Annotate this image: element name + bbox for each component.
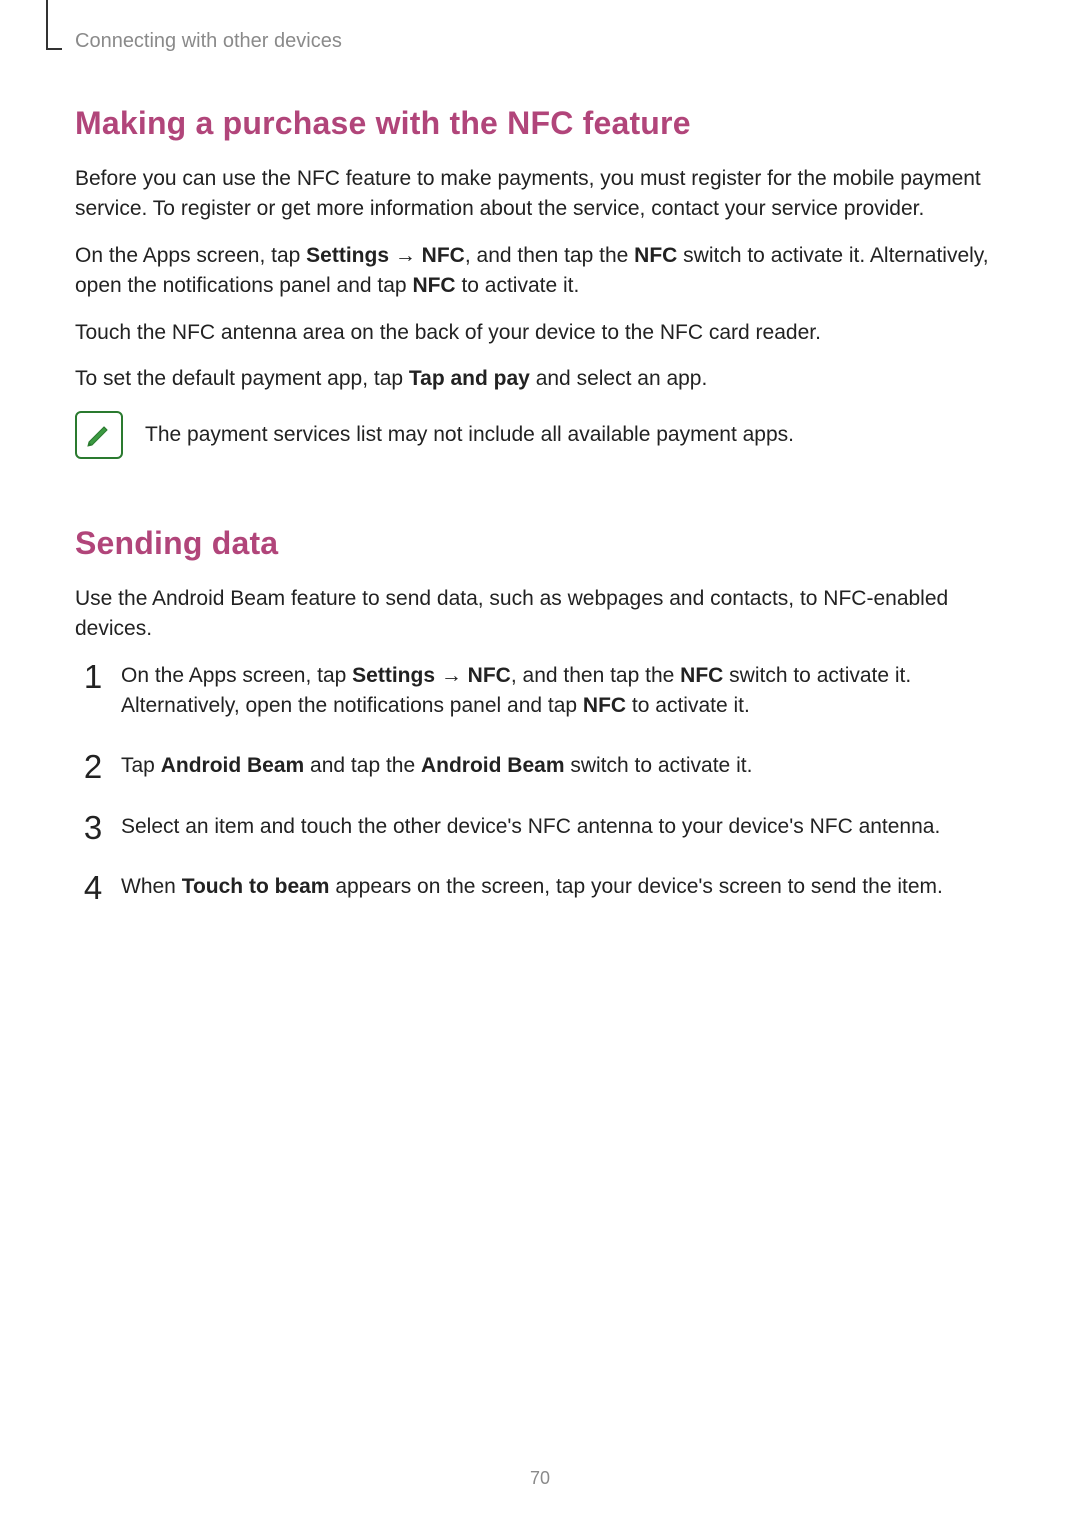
label-settings: Settings: [306, 244, 389, 267]
text: Select an item and touch the other devic…: [121, 815, 940, 838]
label-settings: Settings: [352, 664, 435, 687]
paragraph-intro: Before you can use the NFC feature to ma…: [75, 164, 1005, 225]
step-1: On the Apps screen, tap Settings → NFC, …: [75, 661, 1005, 722]
text: , and then tap the: [465, 244, 634, 267]
step-4: When Touch to beam appears on the screen…: [75, 872, 1005, 902]
text: On the Apps screen, tap: [75, 244, 306, 267]
label-nfc: NFC: [634, 244, 677, 267]
label-tap-and-pay: Tap and pay: [409, 367, 530, 390]
text: When: [121, 875, 182, 898]
text: to activate it.: [626, 694, 750, 717]
text: , and then tap the: [511, 664, 680, 687]
step-2: Tap Android Beam and tap the Android Bea…: [75, 751, 1005, 781]
text: →: [435, 664, 468, 687]
paragraph-default-app: To set the default payment app, tap Tap …: [75, 364, 1005, 394]
text: →: [389, 244, 422, 267]
note-text: The payment services list may not includ…: [145, 420, 794, 449]
label-nfc: NFC: [468, 664, 511, 687]
note-callout: The payment services list may not includ…: [75, 411, 1005, 459]
text: to activate it.: [456, 274, 580, 297]
label-nfc: NFC: [412, 274, 455, 297]
label-android-beam: Android Beam: [421, 754, 565, 777]
text: switch to activate it.: [565, 754, 753, 777]
label-nfc: NFC: [422, 244, 465, 267]
section-title-nfc-purchase: Making a purchase with the NFC feature: [75, 105, 1005, 142]
steps-list: On the Apps screen, tap Settings → NFC, …: [75, 661, 1005, 903]
page-content: Connecting with other devices Making a p…: [0, 0, 1080, 903]
text: On the Apps screen, tap: [121, 664, 352, 687]
paragraph-touch-antenna: Touch the NFC antenna area on the back o…: [75, 318, 1005, 348]
label-android-beam: Android Beam: [161, 754, 305, 777]
paragraph-android-beam-intro: Use the Android Beam feature to send dat…: [75, 584, 1005, 645]
text: Tap: [121, 754, 161, 777]
label-nfc: NFC: [583, 694, 626, 717]
label-nfc: NFC: [680, 664, 723, 687]
pencil-note-icon: [84, 420, 114, 450]
page-number: 70: [0, 1468, 1080, 1489]
label-touch-to-beam: Touch to beam: [182, 875, 330, 898]
step-3: Select an item and touch the other devic…: [75, 812, 1005, 842]
breadcrumb: Connecting with other devices: [75, 30, 1005, 53]
note-icon: [75, 411, 123, 459]
page-corner-mark: [46, 0, 62, 50]
section-title-sending-data: Sending data: [75, 525, 1005, 562]
text: To set the default payment app, tap: [75, 367, 409, 390]
text: and select an app.: [530, 367, 707, 390]
paragraph-nfc-activate: On the Apps screen, tap Settings → NFC, …: [75, 241, 1005, 302]
text: appears on the screen, tap your device's…: [329, 875, 942, 898]
text: and tap the: [304, 754, 421, 777]
